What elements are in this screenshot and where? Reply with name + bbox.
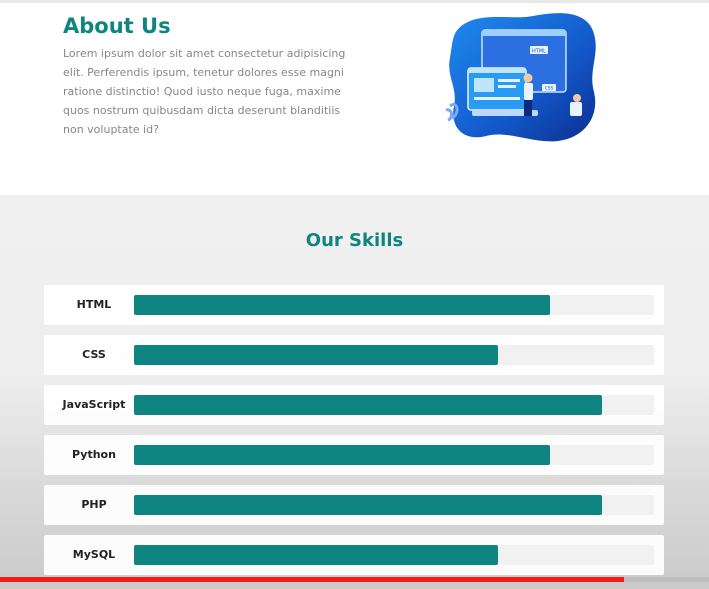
illustration-html-label: HTML xyxy=(532,49,546,55)
skill-progress-fill xyxy=(134,445,550,465)
skill-list: HTML CSS JavaScript Python PHP MySQL xyxy=(44,285,664,585)
skill-name: MySQL xyxy=(72,548,116,561)
skill-progress-track xyxy=(134,545,654,565)
illustration-front-line-3 xyxy=(474,97,520,100)
skill-progress-fill xyxy=(134,545,498,565)
skill-progress-fill xyxy=(134,395,602,415)
skill-name: CSS xyxy=(82,348,106,361)
illustration-person-legs xyxy=(524,100,532,116)
skill-progress-fill xyxy=(134,495,602,515)
skill-row: Python xyxy=(44,435,664,475)
skill-name: HTML xyxy=(76,298,112,311)
illustration-front-bar xyxy=(468,68,526,73)
illustration-front-line-1 xyxy=(498,79,520,82)
about-description: Lorem ipsum dolor sit amet consectetur a… xyxy=(63,47,346,136)
illustration-front-block-1 xyxy=(474,78,494,92)
skill-progress-track xyxy=(134,395,654,415)
video-progress-fill xyxy=(0,577,624,582)
skill-row: JavaScript xyxy=(44,385,664,425)
about-title: About Us xyxy=(63,14,171,38)
about-section: About Us Lorem ipsum dolor sit amet cons… xyxy=(0,3,709,195)
skill-name: JavaScript xyxy=(62,398,126,411)
illustration-person-head xyxy=(523,73,533,83)
skill-row: MySQL xyxy=(44,535,664,575)
illustration-browser-bar xyxy=(482,30,566,36)
skill-progress-track xyxy=(134,295,654,315)
skills-section: Our Skills HTML CSS JavaScript Python PHP MyS… xyxy=(0,195,709,589)
skill-row: CSS xyxy=(44,335,664,375)
skill-progress-track xyxy=(134,495,654,515)
illustration-css-label: CSS xyxy=(545,86,554,92)
illustration-front-line-2 xyxy=(498,85,516,88)
skill-progress-track xyxy=(134,345,654,365)
skill-row: PHP xyxy=(44,485,664,525)
skill-name: Python xyxy=(72,448,116,461)
skill-row: HTML xyxy=(44,285,664,325)
illustration-person2-head xyxy=(573,94,581,102)
skills-title: Our Skills xyxy=(305,230,404,251)
skill-progress-fill xyxy=(134,345,498,365)
video-progress-bar[interactable] xyxy=(0,577,709,582)
illustration-person2-body xyxy=(570,102,582,116)
developer-illustration: HTML CSS xyxy=(445,13,596,142)
illustration-person-body xyxy=(524,83,533,100)
skill-progress-fill xyxy=(134,295,550,315)
skill-progress-track xyxy=(134,445,654,465)
skill-name: PHP xyxy=(81,498,107,511)
